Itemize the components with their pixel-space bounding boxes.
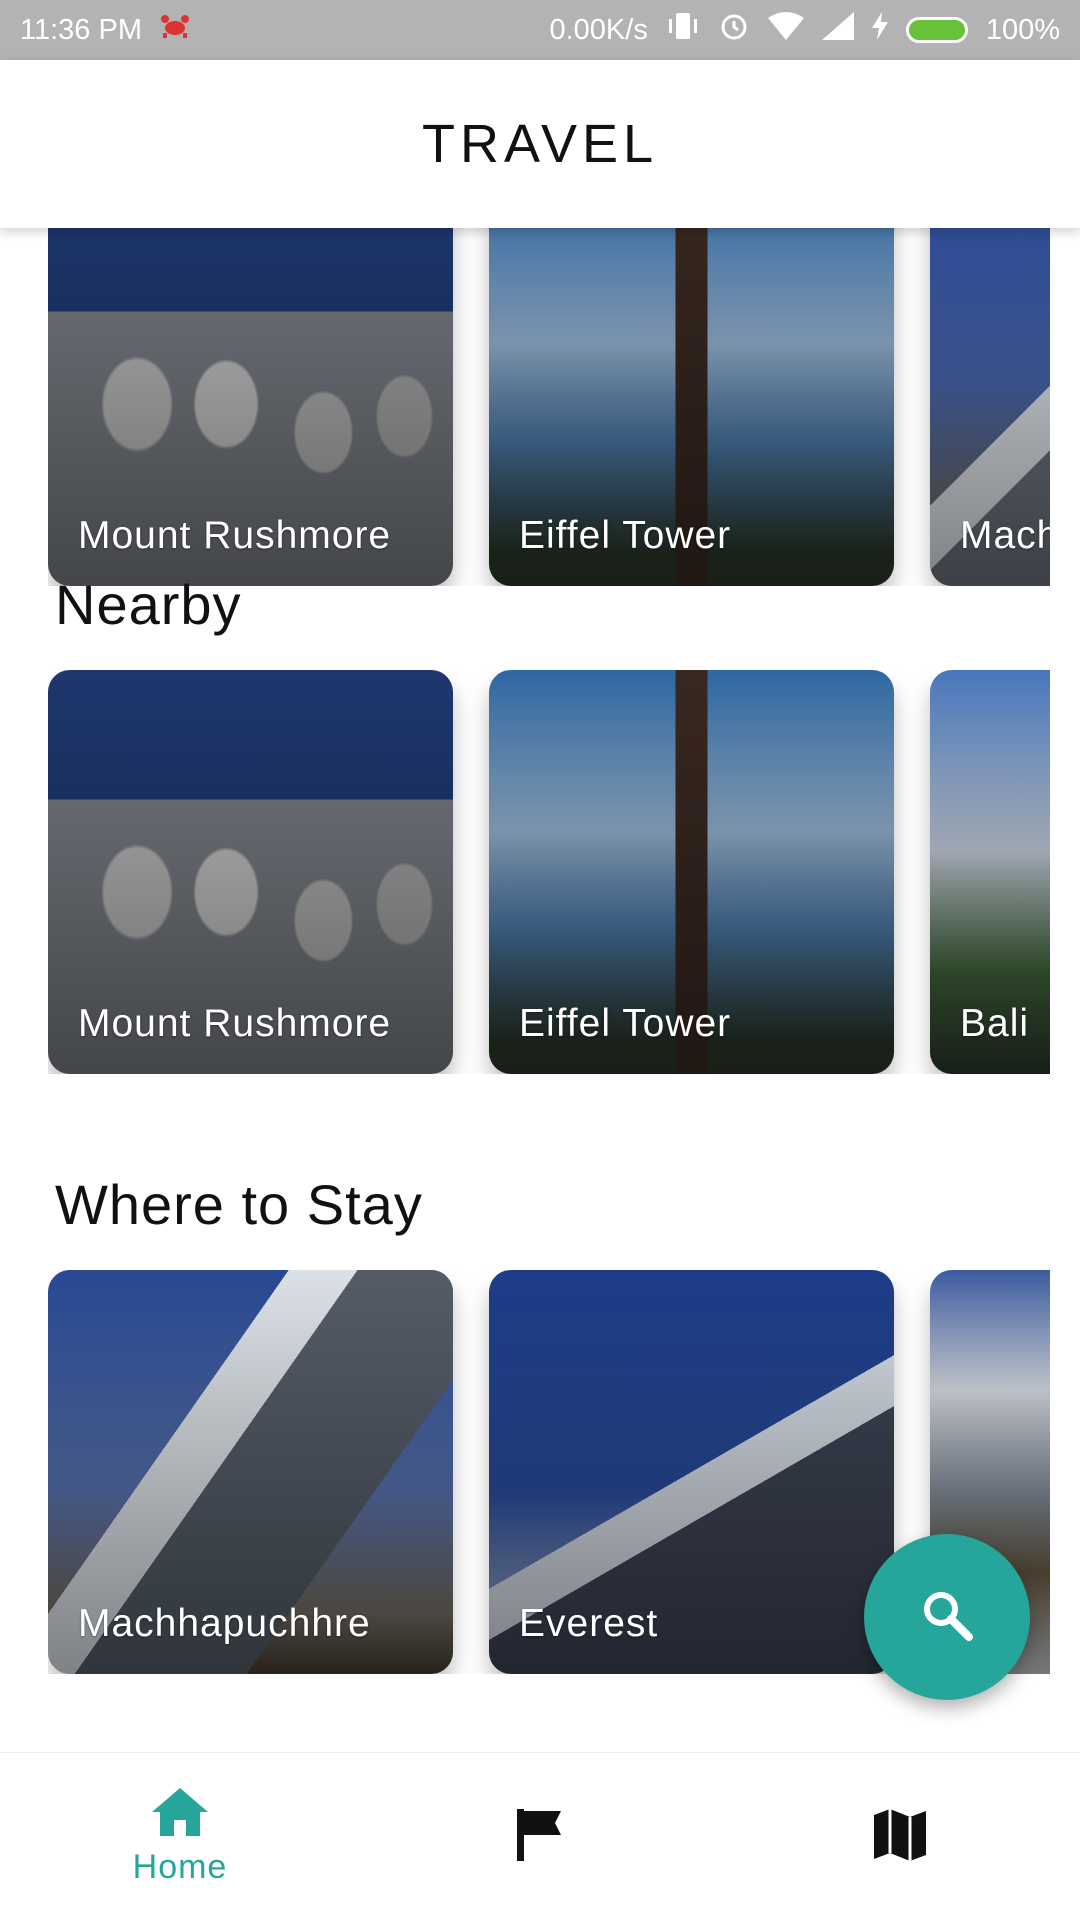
vibrate-icon: [666, 11, 700, 49]
search-icon: [919, 1587, 975, 1647]
status-right: 0.00K/s 100%: [549, 10, 1060, 50]
network-speed: 0.00K/s: [549, 13, 648, 46]
home-icon: [150, 1786, 210, 1842]
destination-card[interactable]: Mount Rushmore: [48, 228, 453, 586]
map-icon: [872, 1807, 928, 1867]
nav-item-home[interactable]: Home: [80, 1753, 280, 1920]
alarm-icon: [718, 10, 750, 50]
wifi-icon: [767, 12, 804, 48]
card-label: Eiffel Tower: [519, 514, 732, 557]
nav-item-flag[interactable]: [440, 1753, 640, 1920]
card-label: Eiffel Tower: [519, 1002, 732, 1045]
crab-notification-icon: [160, 13, 190, 47]
carousel-row-top[interactable]: Mount Rushmore Eiffel Tower Mach: [48, 228, 1050, 586]
signal-icon: [821, 12, 854, 48]
destination-card[interactable]: Machhapuchhre: [48, 1270, 453, 1674]
page-title: TRAVEL: [421, 114, 659, 174]
card-label: Bali: [960, 1002, 1030, 1045]
destination-card[interactable]: Bali: [930, 670, 1050, 1074]
section-title-nearby: Nearby: [55, 573, 242, 636]
card-label: Machhapuchhre: [78, 1602, 371, 1645]
search-fab-button[interactable]: [864, 1534, 1030, 1700]
bottom-navigation: Home: [0, 1752, 1080, 1920]
content-scroll-area[interactable]: Mount Rushmore Eiffel Tower Mach Nearby …: [0, 228, 1080, 1752]
flag-icon: [515, 1807, 565, 1867]
destination-card[interactable]: Everest: [489, 1270, 894, 1674]
card-label: Mach: [960, 514, 1050, 557]
status-bar: 11:36 PM 0.00K/s 100%: [0, 0, 1080, 60]
battery-percent: 100%: [985, 13, 1060, 46]
charging-icon: [871, 12, 888, 48]
carousel-row-nearby[interactable]: Mount Rushmore Eiffel Tower Bali: [48, 670, 1050, 1074]
destination-card[interactable]: Eiffel Tower: [489, 228, 894, 586]
app-bar: TRAVEL: [0, 60, 1080, 228]
card-label: Mount Rushmore: [78, 1002, 392, 1045]
battery-icon: [905, 17, 968, 43]
status-left: 11:36 PM: [20, 13, 190, 47]
card-label: Mount Rushmore: [78, 514, 392, 557]
nav-label-home: Home: [132, 1848, 228, 1886]
section-title-where-to-stay: Where to Stay: [55, 1173, 423, 1236]
card-label: Everest: [519, 1602, 659, 1645]
destination-card[interactable]: Mount Rushmore: [48, 670, 453, 1074]
destination-card[interactable]: Mach: [930, 228, 1050, 586]
destination-card[interactable]: Eiffel Tower: [489, 670, 894, 1074]
status-time: 11:36 PM: [20, 13, 142, 46]
nav-item-map[interactable]: [800, 1753, 1000, 1920]
